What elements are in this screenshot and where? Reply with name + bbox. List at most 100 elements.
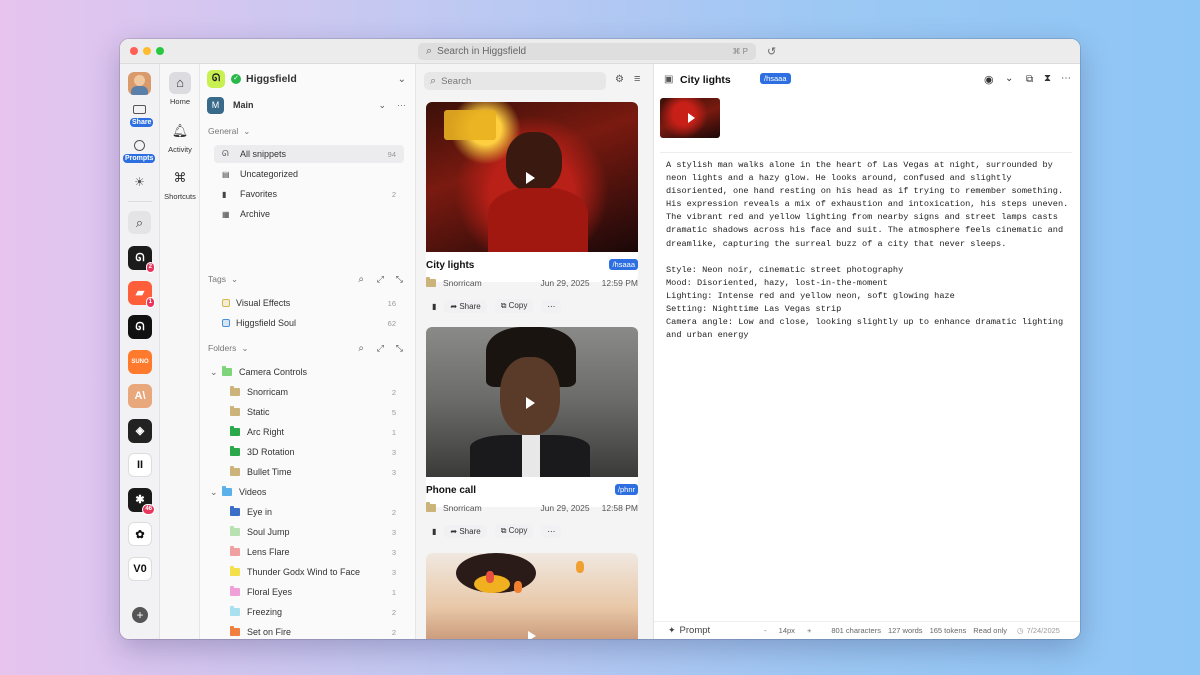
- home-icon: ⌂: [169, 72, 191, 94]
- nav-activity[interactable]: 🔔︎ Activity: [160, 120, 200, 154]
- play-icon[interactable]: [526, 397, 535, 409]
- snippet-card[interactable]: Phone call /phnr Snorricam Jun 29, 2025 …: [426, 327, 638, 538]
- tag-item[interactable]: Higgsfield Soul 62: [200, 314, 415, 332]
- share-button[interactable]: ➦ Share: [444, 524, 487, 538]
- card-thumbnail[interactable]: [426, 553, 638, 639]
- minimize-window-button[interactable]: [143, 47, 151, 55]
- rail-app-4[interactable]: SUNO: [128, 349, 152, 374]
- close-window-button[interactable]: [130, 47, 138, 55]
- copy-button[interactable]: ⧉ Copy: [494, 524, 534, 538]
- folder-item[interactable]: Static 5: [200, 403, 415, 421]
- folder-item[interactable]: Freezing 2: [200, 603, 415, 621]
- rail-app-8[interactable]: ✱ 46: [128, 487, 155, 515]
- search-apps-icon[interactable]: ⌕: [128, 211, 151, 234]
- snippet-card[interactable]: [426, 553, 638, 639]
- rail-app-10[interactable]: V0: [128, 556, 152, 581]
- folder-item[interactable]: Snorricam 2: [200, 383, 415, 401]
- share-button[interactable]: Share: [128, 103, 154, 127]
- bookmark-icon[interactable]: ▮: [432, 527, 436, 536]
- card-tag-badge[interactable]: /phnr: [614, 484, 638, 495]
- prompt-mode-label[interactable]: Prompt: [680, 625, 711, 636]
- card-tag-badge[interactable]: /hsaaa: [609, 259, 638, 270]
- more-icon[interactable]: ⋯: [1061, 73, 1071, 84]
- folder-group[interactable]: ⌄ Videos: [200, 483, 415, 501]
- increase-font-button[interactable]: +: [807, 626, 811, 635]
- sliders-icon[interactable]: ⚙︎: [615, 74, 624, 85]
- media-thumbnail[interactable]: [660, 98, 720, 138]
- chevron-down-icon[interactable]: ⌄: [210, 367, 222, 378]
- expand-icon[interactable]: ⤢: [377, 343, 384, 354]
- nav-home[interactable]: ⌂ Home: [160, 72, 200, 106]
- snippet-card[interactable]: City lights /hsaaa Snorricam Jun 29, 202…: [426, 102, 638, 313]
- rail-app-6[interactable]: ◈: [128, 418, 152, 443]
- sidebar-item-favorites[interactable]: ▮ Favorites 2: [200, 185, 415, 203]
- prompts-button[interactable]: Prompts: [123, 138, 156, 163]
- general-section-header[interactable]: General ⌄: [200, 122, 415, 140]
- rail-app-5[interactable]: A\: [128, 384, 152, 408]
- copy-button[interactable]: ⧉ Copy: [494, 299, 534, 313]
- sidebar-toggle-icon[interactable]: ▣: [664, 74, 673, 85]
- nav-shortcuts[interactable]: ⌘ Shortcuts: [160, 167, 200, 201]
- sidebar-item-archive[interactable]: ▦ Archive: [200, 205, 415, 223]
- folder-item[interactable]: Arc Right 1: [200, 423, 415, 441]
- folder-item[interactable]: Soul Jump 3: [200, 523, 415, 541]
- tag-item[interactable]: Visual Effects 16: [200, 294, 415, 312]
- rail-app-2[interactable]: ▰ 1: [128, 280, 155, 308]
- decrease-font-button[interactable]: -: [764, 626, 767, 635]
- detail-tag-badge[interactable]: /hsaaa: [760, 73, 791, 84]
- hourglass-icon[interactable]: ⧗: [1044, 73, 1051, 84]
- folder-item[interactable]: Bullet Time 3: [200, 463, 415, 481]
- folder-item[interactable]: Set on Fire 2: [200, 623, 415, 639]
- expand-icon[interactable]: ⤢: [377, 274, 384, 285]
- zoom-window-button[interactable]: [156, 47, 164, 55]
- rail-app-9[interactable]: ✿: [128, 522, 152, 546]
- sun-icon[interactable]: ☀: [128, 171, 151, 194]
- folder-label: Eye in: [247, 507, 273, 517]
- play-icon[interactable]: [528, 631, 536, 639]
- sidebar-item-all-snippets[interactable]: ᘏ All snippets 94: [214, 145, 404, 163]
- collapse-icon[interactable]: ⤡: [396, 343, 403, 354]
- sidebar-item-label: All snippets: [240, 149, 287, 159]
- app-glyph-icon: ✿: [135, 528, 145, 541]
- add-app-icon[interactable]: +: [132, 607, 148, 623]
- workspace-switcher[interactable]: ᘏ ✓ Higgsfield ⌄: [200, 70, 415, 88]
- card-thumbnail[interactable]: [426, 102, 638, 252]
- folder-item[interactable]: Floral Eyes 1: [200, 583, 415, 601]
- folder-item[interactable]: Eye in 2: [200, 503, 415, 521]
- folder-item[interactable]: Thunder Godx Wind to Face 3: [200, 563, 415, 581]
- chevron-down-icon[interactable]: ⌄: [1005, 73, 1013, 84]
- folder-group[interactable]: ⌄ Camera Controls: [200, 363, 415, 381]
- more-icon[interactable]: ⋯: [397, 100, 406, 111]
- more-icon[interactable]: ⋯: [541, 299, 562, 313]
- tags-section-header[interactable]: Tags ⌄ ⌕ ⤢ ⤡: [200, 270, 415, 288]
- search-icon[interactable]: ⌕: [358, 274, 364, 285]
- filter-icon[interactable]: ≡: [634, 73, 640, 85]
- list-search-input[interactable]: ⌕ Search: [424, 72, 606, 90]
- more-icon[interactable]: ⋯: [541, 524, 562, 538]
- rail-app-1[interactable]: ᘏ2: [128, 246, 155, 273]
- chevron-down-icon[interactable]: ⌄: [210, 487, 222, 498]
- folder-label: 3D Rotation: [247, 447, 295, 457]
- user-avatar[interactable]: [128, 72, 151, 95]
- folder-item[interactable]: Lens Flare 3: [200, 543, 415, 561]
- rail-app-7[interactable]: II: [128, 453, 152, 477]
- space-switcher[interactable]: M Main ⌄ ⋯: [200, 96, 415, 114]
- eye-icon[interactable]: ◉: [984, 73, 994, 86]
- folders-section-header[interactable]: Folders ⌄ ⌕ ⤢ ⤡: [200, 339, 415, 357]
- workspace-logo-icon: ᘏ: [207, 70, 225, 88]
- reload-icon[interactable]: ↺: [767, 45, 776, 58]
- folder-item[interactable]: 3D Rotation 3: [200, 443, 415, 461]
- sidebar-item-uncategorized[interactable]: ▤ Uncategorized: [200, 165, 415, 183]
- document-icon: ▤: [222, 169, 230, 179]
- prompt-body[interactable]: A stylish man walks alone in the heart o…: [666, 159, 1074, 342]
- rail-app-3[interactable]: ᘏ: [128, 315, 152, 339]
- share-button[interactable]: ➦ Share: [444, 299, 487, 313]
- card-thumbnail[interactable]: [426, 327, 638, 477]
- play-icon[interactable]: [526, 172, 535, 184]
- folder-icon: [230, 526, 240, 536]
- search-icon[interactable]: ⌕: [358, 343, 364, 354]
- global-search-input[interactable]: ⌕ Search in Higgsfield ⌘ P: [418, 43, 756, 60]
- bookmark-icon[interactable]: ▮: [432, 302, 436, 311]
- collapse-icon[interactable]: ⤡: [396, 274, 403, 285]
- copy-icon[interactable]: ⧉: [1026, 74, 1033, 85]
